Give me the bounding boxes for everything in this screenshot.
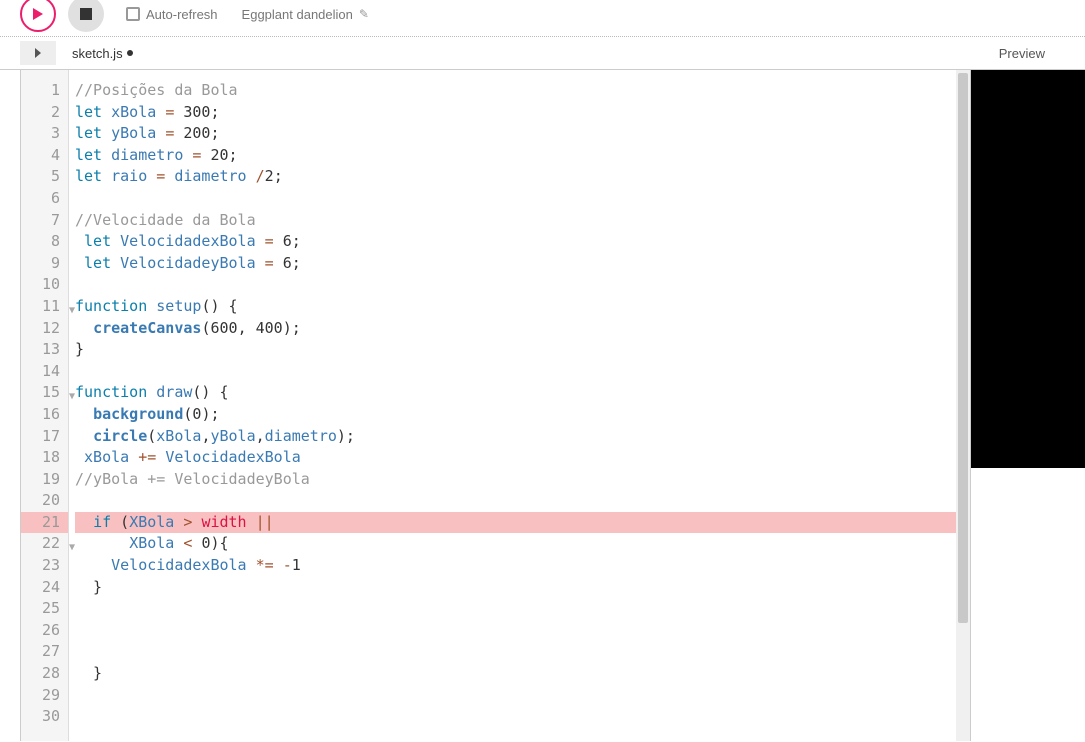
line-number: 12 bbox=[21, 318, 68, 340]
line-number: 25 bbox=[21, 598, 68, 620]
auto-refresh-toggle[interactable]: Auto-refresh bbox=[126, 7, 218, 22]
sketch-name-text: Eggplant dandelion bbox=[242, 7, 353, 22]
line-number: 23 bbox=[21, 555, 68, 577]
code-line[interactable]: let xBola = 300; bbox=[75, 102, 956, 124]
code-area[interactable]: //Posições da Bolalet xBola = 300;let yB… bbox=[69, 70, 956, 741]
line-number: 27 bbox=[21, 641, 68, 663]
filename-text: sketch.js bbox=[72, 46, 123, 61]
code-line[interactable] bbox=[75, 706, 956, 728]
code-line[interactable] bbox=[75, 361, 956, 383]
line-number: 10 bbox=[21, 274, 68, 296]
line-number: 29 bbox=[21, 685, 68, 707]
code-line[interactable]: //yBola += VelocidadeyBola bbox=[75, 469, 956, 491]
sketch-name[interactable]: Eggplant dandelion ✎ bbox=[242, 7, 369, 22]
code-line[interactable] bbox=[75, 620, 956, 642]
line-number: 8 bbox=[21, 231, 68, 253]
line-number: 4 bbox=[21, 145, 68, 167]
pencil-icon: ✎ bbox=[359, 7, 369, 21]
line-number: 24 bbox=[21, 577, 68, 599]
code-line[interactable]: VelocidadexBola *= -1 bbox=[75, 555, 956, 577]
code-line[interactable]: let VelocidadexBola = 6; bbox=[75, 231, 956, 253]
line-number: 15▼ bbox=[21, 382, 68, 404]
tabbar: sketch.js Preview bbox=[0, 37, 1085, 69]
line-number: 11▼ bbox=[21, 296, 68, 318]
code-line[interactable]: function draw() { bbox=[75, 382, 956, 404]
line-number: 21 bbox=[21, 512, 68, 534]
line-gutter: 1234567891011▼12131415▼16171819202122▼23… bbox=[21, 70, 69, 741]
line-number: 2 bbox=[21, 102, 68, 124]
code-line[interactable]: let raio = diametro /2; bbox=[75, 166, 956, 188]
code-line[interactable]: function setup() { bbox=[75, 296, 956, 318]
code-line[interactable] bbox=[75, 490, 956, 512]
code-line[interactable]: } bbox=[75, 577, 956, 599]
code-line[interactable]: createCanvas(600, 400); bbox=[75, 318, 956, 340]
chevron-right-icon bbox=[33, 48, 43, 58]
line-number: 7 bbox=[21, 210, 68, 232]
line-number: 14 bbox=[21, 361, 68, 383]
code-line[interactable]: let diametro = 20; bbox=[75, 145, 956, 167]
line-number: 17 bbox=[21, 426, 68, 448]
code-line[interactable]: } bbox=[75, 663, 956, 685]
line-number: 16 bbox=[21, 404, 68, 426]
line-number: 1 bbox=[21, 80, 68, 102]
line-number: 13 bbox=[21, 339, 68, 361]
line-number: 20 bbox=[21, 490, 68, 512]
preview-label: Preview bbox=[999, 46, 1045, 61]
code-line[interactable]: //Velocidade da Bola bbox=[75, 210, 956, 232]
code-line[interactable] bbox=[75, 685, 956, 707]
line-number: 18 bbox=[21, 447, 68, 469]
editor: 1234567891011▼12131415▼16171819202122▼23… bbox=[20, 70, 970, 741]
code-line[interactable]: //Posições da Bola bbox=[75, 80, 956, 102]
code-line[interactable]: } bbox=[75, 339, 956, 361]
code-line[interactable]: if (XBola > width || bbox=[75, 512, 956, 534]
preview-pane bbox=[970, 70, 1085, 741]
code-line[interactable]: circle(xBola,yBola,diametro); bbox=[75, 426, 956, 448]
line-number: 5 bbox=[21, 166, 68, 188]
code-line[interactable]: XBola < 0){ bbox=[75, 533, 956, 555]
code-line[interactable] bbox=[75, 598, 956, 620]
code-line[interactable] bbox=[75, 188, 956, 210]
unsaved-dot-icon bbox=[127, 50, 133, 56]
stop-button[interactable] bbox=[68, 0, 104, 32]
code-line[interactable] bbox=[75, 274, 956, 296]
line-number: 28 bbox=[21, 663, 68, 685]
code-line[interactable]: xBola += VelocidadexBola bbox=[75, 447, 956, 469]
code-line[interactable] bbox=[75, 641, 956, 663]
checkbox-icon bbox=[126, 7, 140, 21]
code-line[interactable]: let yBola = 200; bbox=[75, 123, 956, 145]
line-number: 30 bbox=[21, 706, 68, 728]
main: 1234567891011▼12131415▼16171819202122▼23… bbox=[0, 69, 1085, 741]
stop-icon bbox=[80, 8, 92, 20]
file-tab[interactable]: sketch.js bbox=[72, 46, 133, 61]
vertical-scrollbar[interactable] bbox=[956, 70, 970, 741]
line-number: 22▼ bbox=[21, 533, 68, 555]
auto-refresh-label: Auto-refresh bbox=[146, 7, 218, 22]
toolbar: Auto-refresh Eggplant dandelion ✎ bbox=[0, 0, 1085, 36]
play-button[interactable] bbox=[20, 0, 56, 32]
line-number: 3 bbox=[21, 123, 68, 145]
line-number: 6 bbox=[21, 188, 68, 210]
line-number: 26 bbox=[21, 620, 68, 642]
line-number: 9 bbox=[21, 253, 68, 275]
play-icon bbox=[31, 7, 45, 21]
scrollbar-thumb[interactable] bbox=[958, 73, 968, 623]
code-line[interactable]: let VelocidadeyBola = 6; bbox=[75, 253, 956, 275]
expand-sidebar-button[interactable] bbox=[20, 41, 56, 65]
preview-canvas bbox=[971, 70, 1085, 468]
code-line[interactable]: background(0); bbox=[75, 404, 956, 426]
line-number: 19 bbox=[21, 469, 68, 491]
